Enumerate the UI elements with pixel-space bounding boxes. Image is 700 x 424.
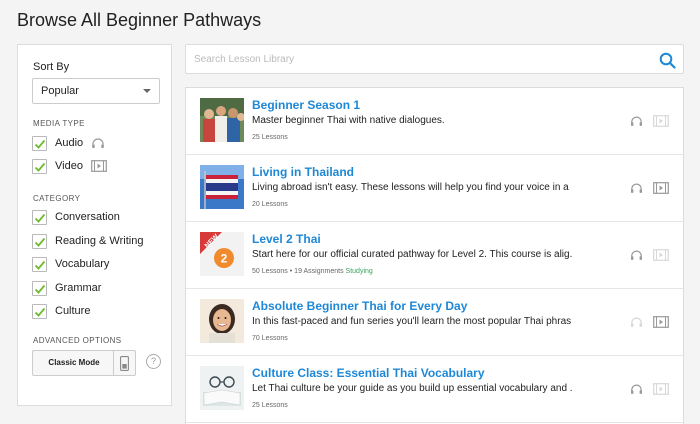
headphones-icon[interactable] (630, 316, 643, 328)
conversation-checkbox[interactable] (32, 209, 47, 225)
filter-culture[interactable]: Culture (32, 302, 90, 320)
page-title: Browse All Beginner Pathways (17, 10, 262, 30)
media-icons (620, 249, 669, 261)
search-icon[interactable] (659, 52, 676, 74)
culture-checkbox[interactable] (32, 303, 47, 319)
pathway-title[interactable]: Level 2 Thai (252, 232, 321, 246)
lesson-count: 70 Lessons (252, 335, 288, 342)
media-icons (620, 316, 669, 328)
chevron-down-icon (143, 89, 151, 93)
audio-checkbox[interactable] (32, 135, 47, 151)
audio-label: Audio (55, 137, 84, 149)
lesson-count: 25 Lessons (252, 134, 288, 141)
check-icon (34, 139, 46, 149)
sort-by-select[interactable]: Popular (32, 78, 160, 104)
video-film-icon[interactable] (653, 383, 669, 395)
pathway-thumbnail-thai-flag[interactable] (200, 165, 244, 209)
pathway-thumbnail-woman-portrait[interactable] (200, 299, 244, 343)
media-icons (620, 383, 669, 395)
assignment-count: 19 Assignments (294, 268, 344, 275)
headphones-icon[interactable] (630, 182, 643, 194)
headphones-icon (91, 137, 105, 149)
pathway-thumbnail-glasses-book[interactable] (200, 366, 244, 410)
media-icons (620, 182, 669, 194)
video-checkbox[interactable] (32, 158, 47, 174)
pathway-meta: 70 Lessons (252, 335, 288, 342)
video-label: Video (55, 160, 83, 172)
reading-writing-checkbox[interactable] (32, 233, 47, 249)
vocabulary-checkbox[interactable] (32, 256, 47, 272)
video-film-icon[interactable] (653, 115, 669, 127)
filter-video[interactable]: Video (32, 157, 107, 175)
reading-writing-label: Reading & Writing (55, 235, 144, 247)
video-film-icon[interactable] (653, 182, 669, 194)
filter-reading-writing[interactable]: Reading & Writing (32, 232, 143, 250)
pathway-description: Living abroad isn't easy. These lessons … (252, 182, 572, 193)
pathway-title[interactable]: Beginner Season 1 (252, 98, 360, 112)
filter-grammar[interactable]: Grammar (32, 279, 101, 297)
vocabulary-label: Vocabulary (55, 258, 110, 270)
pathway-description: In this fast-paced and fun series you'll… (252, 316, 572, 327)
pathway-title[interactable]: Living in Thailand (252, 165, 354, 179)
help-icon[interactable]: ? (146, 354, 161, 369)
grammar-checkbox[interactable] (32, 280, 47, 296)
pathway-meta: 25 Lessons (252, 402, 288, 409)
search-input[interactable] (194, 45, 644, 73)
pathway-meta: 25 Lessons (252, 134, 288, 141)
pathway-title[interactable]: Absolute Beginner Thai for Every Day (252, 299, 467, 313)
studying-status: Studying (345, 268, 373, 275)
check-icon (34, 237, 46, 247)
headphones-icon[interactable] (630, 115, 643, 127)
filter-conversation[interactable]: Conversation (32, 208, 120, 226)
category-label: CATEGORY (33, 194, 81, 203)
pathway-meta: 20 Lessons (252, 201, 288, 208)
classic-mode-button[interactable]: Classic Mode (33, 351, 115, 375)
pathway-description: Start here for our official curated path… (252, 249, 572, 260)
pathway-title[interactable]: Culture Class: Essential Thai Vocabulary (252, 366, 485, 380)
classic-mode-toggle[interactable] (113, 351, 135, 375)
toggle-switch-icon (120, 355, 129, 371)
search-bar (185, 44, 684, 74)
pathway-description: Let Thai culture be your guide as you bu… (252, 383, 572, 394)
check-icon (34, 284, 46, 294)
pathway-thumbnail-level-2[interactable]: NEW 2 (200, 232, 244, 276)
grammar-label: Grammar (55, 282, 102, 294)
filter-vocabulary[interactable]: Vocabulary (32, 255, 109, 273)
headphones-icon[interactable] (630, 249, 643, 261)
advanced-options-label: ADVANCED OPTIONS (33, 336, 122, 345)
check-icon (34, 162, 46, 172)
media-type-label: MEDIA TYPE (33, 119, 85, 128)
level-number: 2 (221, 252, 228, 266)
pathway-thumbnail-group-photo[interactable] (200, 98, 244, 142)
video-film-icon[interactable] (653, 249, 669, 261)
pathway-item[interactable]: Living in Thailand Living abroad isn't e… (186, 155, 683, 222)
filter-sidebar: Sort By Popular MEDIA TYPE Audio Video C… (17, 44, 172, 406)
pathway-item[interactable]: NEW 2 Level 2 Thai Start here for our off… (186, 222, 683, 289)
lesson-count: 25 Lessons (252, 402, 288, 409)
pathway-item[interactable]: Culture Class: Essential Thai Vocabulary… (186, 356, 683, 423)
sort-by-label: Sort By (33, 61, 70, 73)
pathway-item[interactable]: Beginner Season 1 Master beginner Thai w… (186, 88, 683, 155)
sort-by-value: Popular (41, 85, 79, 97)
filter-audio[interactable]: Audio (32, 134, 105, 152)
check-icon (34, 307, 46, 317)
pathway-meta: 50 Lessons • 19 Assignments Studying (252, 268, 373, 275)
culture-label: Culture (55, 305, 91, 317)
lesson-count: 50 Lessons (252, 268, 288, 275)
media-icons (620, 115, 669, 127)
check-icon (34, 213, 46, 223)
video-film-icon[interactable] (653, 316, 669, 328)
check-icon (34, 260, 46, 270)
video-film-icon (91, 160, 107, 172)
conversation-label: Conversation (55, 211, 120, 223)
lesson-count: 20 Lessons (252, 201, 288, 208)
pathway-description: Master beginner Thai with native dialogu… (252, 115, 445, 126)
pathway-item[interactable]: Absolute Beginner Thai for Every Day In … (186, 289, 683, 356)
classic-mode-control: Classic Mode (32, 350, 136, 376)
headphones-icon[interactable] (630, 383, 643, 395)
pathway-list: Beginner Season 1 Master beginner Thai w… (185, 87, 684, 424)
